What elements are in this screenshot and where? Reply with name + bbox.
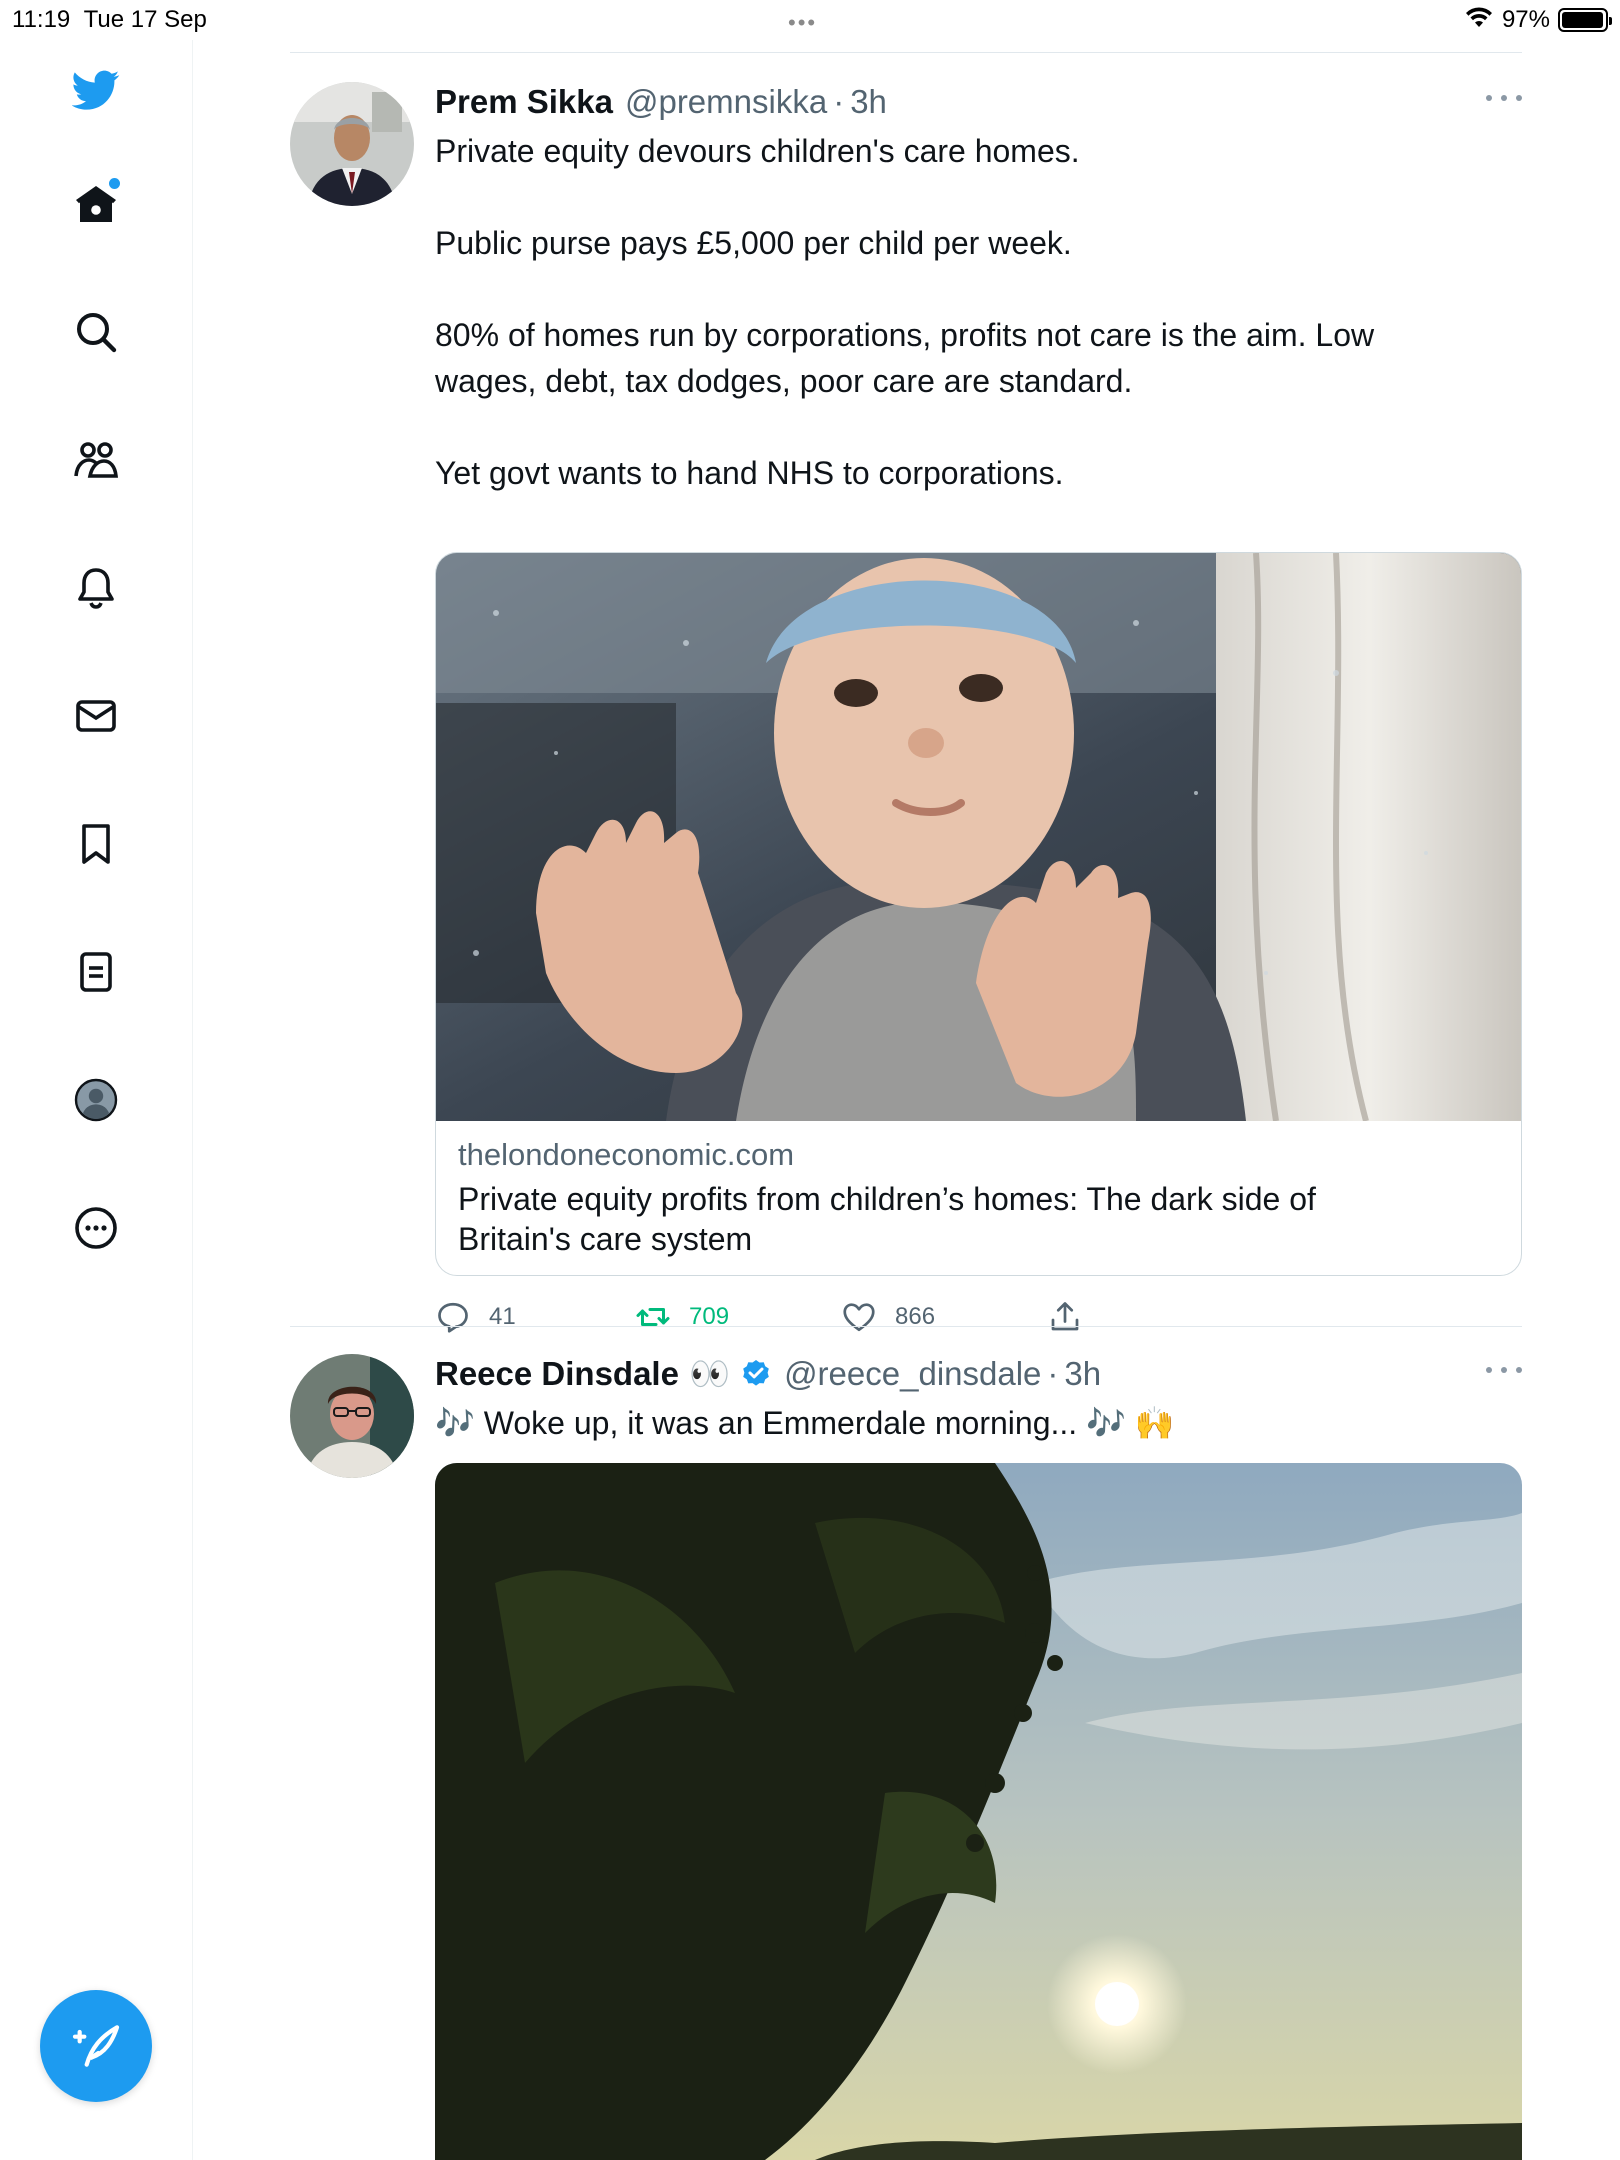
tweet-timestamp[interactable]: 3h <box>850 83 887 121</box>
tweet-text-line: Yet govt wants to hand NHS to corporatio… <box>435 455 1064 491</box>
tweet-header: Prem Sikka @premnsikka · 3h <box>435 80 1522 124</box>
twitter-timeline-screen: 11:19 Tue 17 Sep ••• 97% Prem Sikka @pre… <box>0 0 1620 2160</box>
heart-icon <box>843 1303 875 1332</box>
status-indicators: 97% <box>1464 4 1612 36</box>
lists-icon[interactable] <box>66 942 126 1002</box>
tweet-text-line <box>435 266 1522 312</box>
tweet-body: Reece Dinsdale 👀 @reece_dinsdale · 3h 🎶 … <box>435 1352 1522 1446</box>
tweet-photo-sunrise-tree[interactable] <box>435 1463 1522 2160</box>
tweet-actions: 41 709 866 <box>435 1295 1522 1339</box>
retweet-icon <box>636 1308 670 1326</box>
share-button[interactable] <box>1047 1295 1083 1339</box>
home-icon[interactable] <box>66 174 126 234</box>
feed-divider-top <box>290 52 1522 53</box>
more-circle-icon[interactable] <box>66 1198 126 1258</box>
author-name[interactable]: Reece Dinsdale <box>435 1355 679 1393</box>
feed-divider <box>290 1326 1522 1327</box>
card-title-line: Britain's care system <box>458 1221 753 1257</box>
verified-badge-icon <box>740 1358 772 1390</box>
battery-fill <box>1562 12 1603 28</box>
notifications-bell-icon[interactable] <box>66 558 126 618</box>
tweet-text-line: Public purse pays £5,000 per child per w… <box>435 225 1072 261</box>
messages-envelope-icon[interactable] <box>66 686 126 746</box>
tweet-text: 🎶 Woke up, it was an Emmerdale morning..… <box>435 1400 1522 1446</box>
retweet-button[interactable]: 709 <box>635 1295 729 1339</box>
battery-icon <box>1558 8 1612 32</box>
home-notification-dot <box>109 178 120 189</box>
avatar-reece-dinsdale[interactable] <box>290 1354 414 1478</box>
tweet-timestamp[interactable]: 3h <box>1064 1355 1101 1393</box>
sidebar-navigation <box>0 40 193 2160</box>
separator-dot: · <box>833 83 845 120</box>
share-icon <box>1051 1302 1079 1331</box>
tweet-text-line: Private equity devours children's care h… <box>435 133 1080 169</box>
status-bar: 11:19 Tue 17 Sep ••• 97% <box>0 0 1620 40</box>
reply-button[interactable]: 41 <box>435 1295 516 1339</box>
card-meta: thelondoneconomic.com Private equity pro… <box>458 1135 1499 1259</box>
status-time: 11:19 <box>12 6 71 33</box>
author-handle[interactable]: @premnsikka <box>625 83 827 121</box>
profile-avatar-icon[interactable] <box>66 1070 126 1130</box>
card-title: Private equity profits from children’s h… <box>458 1179 1499 1259</box>
reply-icon <box>438 1302 468 1333</box>
author-handle[interactable]: @reece_dinsdale <box>784 1355 1041 1393</box>
tweet-body: Prem Sikka @premnsikka · 3h Private equi… <box>435 80 1522 1333</box>
tweet-more-icon[interactable] <box>1486 1360 1522 1380</box>
battery-percentage: 97% <box>1501 6 1550 33</box>
communities-icon[interactable] <box>66 430 126 490</box>
card-image-child-at-window[interactable] <box>436 553 1521 1122</box>
tweet-more-icon[interactable] <box>1486 88 1522 108</box>
tweet-text-line: wages, debt, tax dodges, poor care are s… <box>435 363 1133 399</box>
card-domain: thelondoneconomic.com <box>458 1137 795 1172</box>
twitter-logo-icon[interactable] <box>66 60 126 120</box>
avatar-prem-sikka[interactable] <box>290 82 414 206</box>
tweet-header: Reece Dinsdale 👀 @reece_dinsdale · 3h <box>435 1352 1522 1396</box>
bookmark-icon[interactable] <box>66 814 126 874</box>
search-icon[interactable] <box>66 302 126 362</box>
compose-tweet-button[interactable] <box>40 1990 152 2102</box>
tweet-text-line <box>435 174 1522 220</box>
tweet-text-line: 80% of homes run by corporations, profit… <box>435 317 1375 353</box>
tweet-text-line <box>435 404 1522 450</box>
author-name[interactable]: Prem Sikka <box>435 83 613 121</box>
wifi-icon <box>1464 5 1494 36</box>
name-emoji: 👀 <box>688 1354 731 1392</box>
like-button[interactable]: 866 <box>841 1295 935 1339</box>
link-preview-card[interactable]: thelondoneconomic.com Private equity pro… <box>435 552 1522 1276</box>
status-date: Tue 17 Sep <box>83 6 207 33</box>
compose-feather-icon <box>72 2025 120 2067</box>
tweet-text-line: 🎶 Woke up, it was an Emmerdale morning..… <box>435 1405 1175 1441</box>
status-time-date: 11:19 Tue 17 Sep <box>12 6 207 34</box>
tweet-text: Private equity devours children's care h… <box>435 128 1522 496</box>
card-title-line: Private equity profits from children’s h… <box>458 1181 1316 1217</box>
separator-dot: · <box>1047 1355 1059 1392</box>
multitasking-dots[interactable]: ••• <box>788 10 817 36</box>
